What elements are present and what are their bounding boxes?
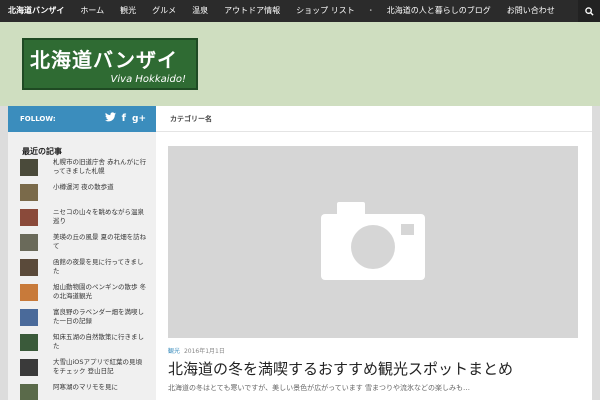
sidebar-post-item[interactable]: 大雪山iOSアプリで紅葉の見頃をチェック 登山日記 (20, 358, 148, 383)
recent-posts-list: 札幌市の旧道庁舎 赤れんがに行ってきました札幌小樽運河 夜の散歩道ニセコの山々を… (20, 158, 148, 400)
main-content: カテゴリー名 観光 2016年1月1日 北海道の冬を満喫するおすすめ観光スポット… (156, 106, 592, 400)
sidebar-post-label[interactable]: ニセコの山々を眺めながら温泉巡り (53, 208, 148, 226)
post-category[interactable]: 観光 (168, 348, 180, 355)
sidebar: FOLLOW: f g+ 最近の記事 札幌市の旧道庁舎 赤れんがに行ってきました… (8, 106, 156, 400)
sidebar-post-item[interactable]: 美瑛の丘の風景 夏の花畑を訪ねて (20, 233, 148, 258)
post-thumbnail[interactable] (20, 159, 38, 176)
post-date: 2016年1月1日 (183, 348, 225, 355)
post-thumbnail[interactable] (20, 284, 38, 301)
sidebar-post-item[interactable]: 阿寒湖のマリモを見に (20, 383, 148, 400)
nav-item-sightseeing[interactable]: 観光 (112, 0, 144, 22)
sidebar-post-item[interactable]: 函館の夜景を見に行ってきました (20, 258, 148, 283)
post-thumbnail[interactable] (20, 184, 38, 201)
recent-posts-title: 最近の記事 (22, 147, 62, 156)
search-icon (584, 6, 594, 16)
post-title[interactable]: 北海道の冬を満喫するおすすめ観光スポットまとめ (168, 358, 513, 379)
featured-image-placeholder[interactable] (168, 146, 578, 338)
top-navigation: 北海道バンザイ ホーム 観光 グルメ 温泉 アウトドア情報 ショップ リスト ・… (0, 0, 600, 22)
sidebar-post-label[interactable]: 知床五湖の自然散策に行きました (53, 333, 148, 351)
search-button[interactable] (578, 0, 600, 22)
sidebar-post-label[interactable]: 小樽運河 夜の散歩道 (53, 183, 114, 192)
facebook-icon[interactable]: f (122, 112, 126, 127)
sidebar-post-item[interactable]: 旭山動物園のペンギンの散歩 冬の北海道観光 (20, 283, 148, 308)
nav-item-shop-list[interactable]: ショップ リスト (288, 0, 363, 22)
site-logo[interactable]: 北海道バンザイ Viva Hokkaido! (22, 38, 198, 90)
post-excerpt: 北海道の冬はとても寒いですが、美しい景色が広がっています 雪まつりや流氷などの楽… (168, 384, 470, 392)
logo-english-text: Viva Hokkaido! (110, 74, 186, 85)
post-thumbnail[interactable] (20, 309, 38, 326)
sidebar-post-item[interactable]: 小樽運河 夜の散歩道 (20, 183, 148, 208)
nav-item-contact[interactable]: お問い合わせ (499, 0, 563, 22)
sidebar-post-item[interactable]: 知床五湖の自然散策に行きました (20, 333, 148, 358)
sidebar-post-label[interactable]: 札幌市の旧道庁舎 赤れんがに行ってきました札幌 (53, 158, 148, 176)
sidebar-post-label[interactable]: 大雪山iOSアプリで紅葉の見頃をチェック 登山日記 (53, 358, 148, 376)
post-meta: 観光 2016年1月1日 (168, 346, 225, 355)
post-thumbnail[interactable] (20, 209, 38, 226)
sidebar-post-label[interactable]: 美瑛の丘の風景 夏の花畑を訪ねて (53, 233, 148, 251)
nav-item-home-brand[interactable]: 北海道バンザイ (0, 0, 72, 22)
post-thumbnail[interactable] (20, 384, 38, 400)
logo-japanese-text: 北海道バンザイ (30, 48, 178, 72)
sidebar-post-label[interactable]: 旭山動物園のペンギンの散歩 冬の北海道観光 (53, 283, 148, 301)
twitter-icon[interactable] (104, 112, 116, 127)
post-thumbnail[interactable] (20, 334, 38, 351)
site-header: 北海道バンザイ Viva Hokkaido! (0, 22, 600, 106)
sidebar-post-label[interactable]: 函館の夜景を見に行ってきました (53, 258, 148, 276)
breadcrumb: カテゴリー名 (156, 106, 592, 132)
sidebar-post-item[interactable]: 富良野のラベンダー畑を満喫した一日の記録 (20, 308, 148, 333)
nav-separator: ・ (366, 6, 375, 15)
sidebar-post-label[interactable]: 富良野のラベンダー畑を満喫した一日の記録 (53, 308, 148, 326)
follow-bar: FOLLOW: f g+ (8, 106, 156, 132)
nav-item-home[interactable]: ホーム (72, 0, 112, 22)
camera-icon (321, 202, 425, 280)
sidebar-post-label[interactable]: 阿寒湖のマリモを見に (53, 383, 118, 392)
nav-item-gourmet[interactable]: グルメ (144, 0, 184, 22)
nav-item-blog[interactable]: 北海道の人と暮らしのブログ (379, 0, 499, 22)
post-thumbnail[interactable] (20, 359, 38, 376)
post-thumbnail[interactable] (20, 259, 38, 276)
post-thumbnail[interactable] (20, 234, 38, 251)
sidebar-post-item[interactable]: 札幌市の旧道庁舎 赤れんがに行ってきました札幌 (20, 158, 148, 183)
sidebar-post-item[interactable]: ニセコの山々を眺めながら温泉巡り (20, 208, 148, 233)
nav-item-outdoor[interactable]: アウトドア情報 (216, 0, 288, 22)
googleplus-icon[interactable]: g+ (132, 112, 146, 127)
nav-item-onsen[interactable]: 温泉 (184, 0, 216, 22)
follow-label: FOLLOW: (20, 115, 56, 123)
